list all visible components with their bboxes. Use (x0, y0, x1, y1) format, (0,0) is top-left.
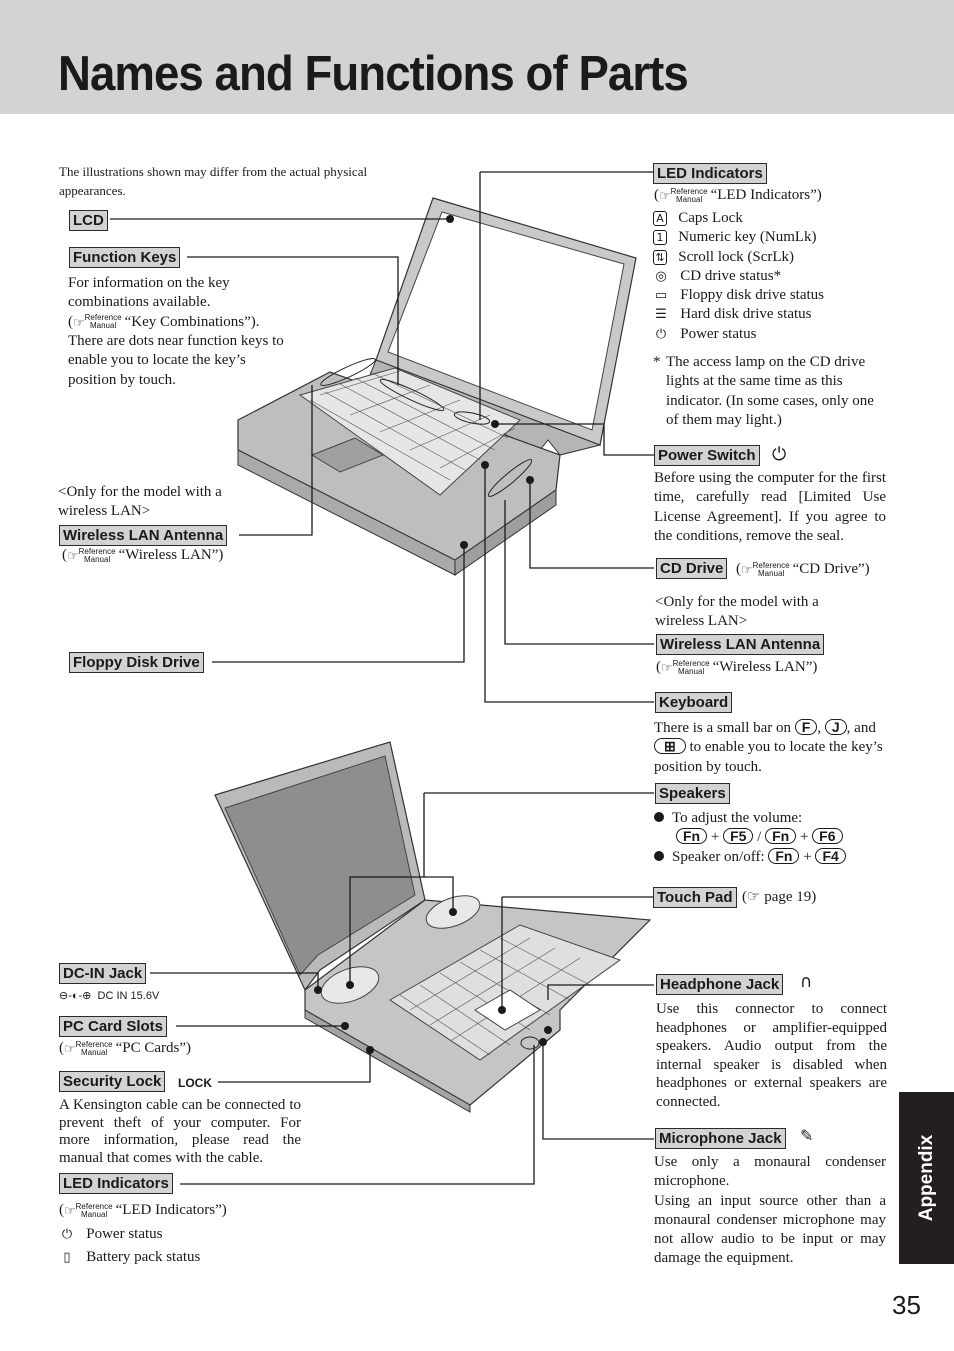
key-fn: Fn (676, 828, 708, 845)
power-switch-description: Before using the computer for the first … (654, 470, 886, 544)
power-status-icon: ⏻ (61, 1227, 73, 1242)
label-touch-pad: Touch Pad (653, 887, 737, 908)
label-dc-in-jack: DC-IN Jack (59, 963, 147, 984)
cd-drive-reference: (☞ Reference Manual “CD Drive”) (736, 560, 870, 578)
label-led-indicators-top: LED Indicators (653, 163, 767, 184)
led-item: 1 Numeric key (NumLk) (653, 228, 893, 247)
led-indicator-list-bottom: ⏻ Power status ▯ Battery pack status (59, 1223, 201, 1269)
touch-pad-reference: (☞ page 19) (742, 889, 817, 905)
windows-key-icon: ⊞ (654, 738, 686, 755)
cd-footnote: * The access lamp on the CD drive lights … (653, 354, 874, 428)
label-lcd: LCD (69, 210, 108, 231)
laptop-open-front-illustration (237, 197, 637, 576)
hard-disk-icon: ☰ (655, 307, 667, 323)
function-keys-description: For information on the key combinations … (68, 274, 290, 390)
scroll-lock-icon: ⇅ (653, 249, 667, 265)
wireless-lan-reference-left: (☞ Reference Manual “Wireless LAN”) (62, 546, 224, 564)
bullet-icon (654, 850, 664, 861)
led-indicator-list-top: A Caps Lock 1 Numeric key (NumLk) ⇅ Scro… (653, 209, 893, 344)
appendix-side-tab: Appendix (899, 1092, 954, 1264)
label-power-switch: Power Switch (654, 445, 760, 466)
led-reference-top: (☞ Reference Manual “LED Indicators”) (654, 186, 822, 204)
led-item: ▯ Battery pack status (59, 1246, 200, 1269)
pointing-hand-icon: ☞ (73, 314, 85, 330)
pointing-hand-icon: ☞ (747, 889, 761, 905)
bullet-icon (654, 812, 664, 822)
floppy-disk-icon: ▭ (654, 288, 668, 304)
label-function-keys: Function Keys (69, 247, 181, 268)
led-item: ⇅ Scroll lock (ScrLk) (653, 248, 893, 267)
led-reference-bottom: (☞ Reference Manual “LED Indicators”) (59, 1201, 227, 1219)
led-item: ⏻ Power status (653, 325, 893, 344)
headphone-description: Use this connector to connect headphones… (656, 1001, 887, 1110)
pc-card-reference: (☞ Reference Manual “PC Cards”) (59, 1039, 191, 1057)
power-switch-icon: ⏻ (772, 444, 787, 465)
key-f6: F6 (812, 828, 843, 845)
pointing-hand-icon: ☞ (659, 188, 671, 203)
pointing-hand-icon: ☞ (741, 562, 753, 577)
label-cd-drive: CD Drive (656, 558, 728, 579)
label-keyboard: Keyboard (655, 692, 733, 713)
page-number: 35 (892, 1290, 921, 1320)
label-wireless-lan-antenna-left: Wireless LAN Antenna (59, 525, 228, 546)
led-item: ◎ CD drive status* (653, 267, 893, 286)
key-f: F (794, 719, 818, 735)
wireless-lan-reference-right: (☞ Reference Manual “Wireless LAN”) (656, 658, 818, 676)
function-keys-reference: (☞ Reference Manual “Key Combinations”). (68, 313, 260, 331)
illustration-note: The illustrations shown may differ from … (59, 164, 368, 198)
label-floppy-disk-drive: Floppy Disk Drive (69, 652, 204, 673)
keyboard-description: There is a small bar on F, J, and ⊞ to e… (654, 719, 883, 775)
label-headphone-jack: Headphone Jack (656, 974, 784, 995)
microphone-icon: ✎ (800, 1126, 814, 1145)
label-security-lock: Security Lock (59, 1071, 166, 1092)
key-j: J (824, 719, 847, 735)
speakers-description: To adjust the volume: Fn + F5 / Fn + F6 … (654, 809, 894, 867)
wireless-lan-note-right: <Only for the model with a wireless LAN> (655, 594, 819, 630)
caps-lock-icon: A (653, 211, 667, 226)
key-fn: Fn (765, 828, 797, 845)
label-led-indicators-bottom: LED Indicators (59, 1173, 173, 1194)
label-microphone-jack: Microphone Jack (655, 1128, 786, 1149)
lock-marking: LOCK (178, 1076, 212, 1090)
label-pc-card-slots: PC Card Slots (59, 1016, 168, 1037)
cd-drive-icon: ◎ (655, 268, 667, 284)
microphone-description: Use only a monaural condenser microphone… (654, 1154, 886, 1267)
key-f4: F4 (815, 847, 846, 864)
headphone-icon: ∩ (800, 972, 813, 992)
pointing-hand-icon: ☞ (64, 1203, 76, 1218)
led-item: ☰ Hard disk drive status (653, 305, 893, 324)
led-item: ▭ Floppy disk drive status (653, 286, 893, 305)
label-speakers: Speakers (655, 783, 730, 804)
pointing-hand-icon: ☞ (67, 548, 79, 563)
key-f5: F5 (723, 828, 754, 845)
dc-in-spec: ⊖-◐-⊕ DC IN 15.6V (59, 990, 160, 1002)
power-status-icon: ⏻ (655, 326, 667, 342)
battery-icon: ▯ (63, 1250, 71, 1265)
num-lock-icon: 1 (653, 230, 667, 246)
dc-polarity-icon: ⊖-◐-⊕ (59, 990, 92, 1002)
laptop-left-side-illustration (214, 741, 652, 1113)
wireless-lan-note-left: <Only for the model with a wireless LAN> (58, 484, 222, 520)
reference-manual-badge: ☞ Reference Manual (73, 313, 122, 331)
led-item: ⏻ Power status (59, 1223, 200, 1246)
label-wireless-lan-antenna-right: Wireless LAN Antenna (656, 634, 825, 655)
security-lock-description: A Kensington cable can be connected to p… (59, 1097, 301, 1166)
pointing-hand-icon: ☞ (661, 660, 673, 675)
pointing-hand-icon: ☞ (64, 1041, 76, 1056)
led-item: A Caps Lock (653, 209, 893, 228)
key-fn: Fn (768, 847, 800, 864)
